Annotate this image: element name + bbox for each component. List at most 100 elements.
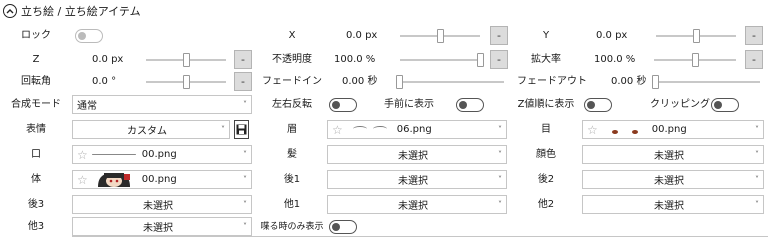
eye-label: 目 <box>541 124 551 135</box>
slider-thumb[interactable] <box>691 53 699 67</box>
face-color-select[interactable]: 未選択 ˅ <box>582 145 764 164</box>
front-toggle[interactable] <box>456 98 484 112</box>
opacity-slider[interactable] <box>400 53 484 67</box>
scale-label: 拡大率 <box>531 54 561 65</box>
back3-value: 未選択 <box>143 201 173 212</box>
back1-select[interactable]: 未選択 ˅ <box>327 170 507 189</box>
chevron-down-icon: ˅ <box>755 125 759 134</box>
opacity-reset-button[interactable]: - <box>490 50 508 69</box>
mouth-select[interactable]: ☆ 00.png ˅ <box>72 145 252 164</box>
section-title: 立ち絵 / 立ち絵アイテム <box>21 5 141 18</box>
toggle-knob <box>78 32 86 40</box>
z-reset-button[interactable]: - <box>234 50 252 69</box>
lock-label: ロック <box>21 30 51 41</box>
chevron-down-icon: ˅ <box>755 175 759 184</box>
star-icon[interactable]: ☆ <box>77 174 88 186</box>
fade-out-label: フェードアウト <box>517 76 587 87</box>
expression-select[interactable]: カスタム ˅ <box>72 120 230 139</box>
y-reset-button[interactable]: - <box>745 26 763 45</box>
blend-mode-label: 合成モード <box>11 99 61 110</box>
chevron-down-icon: ˅ <box>498 175 502 184</box>
fade-in-slider[interactable] <box>396 75 504 89</box>
fade-out-slider[interactable] <box>652 75 760 89</box>
star-icon[interactable]: ☆ <box>587 124 598 136</box>
front-label: 手前に表示 <box>384 99 434 110</box>
back3-select[interactable]: 未選択 ˅ <box>72 195 252 214</box>
back2-value: 未選択 <box>654 176 684 187</box>
toggle-knob <box>459 101 467 109</box>
hair-select[interactable]: 未選択 ˅ <box>327 145 507 164</box>
fade-in-value[interactable]: 0.00 秒 <box>342 75 377 89</box>
chevron-down-icon: ˅ <box>243 100 247 109</box>
scale-value[interactable]: 100.0 % <box>594 53 635 67</box>
slider-thumb[interactable] <box>692 29 700 43</box>
z-slider[interactable] <box>146 53 226 67</box>
opacity-label: 不透明度 <box>272 54 312 65</box>
eye-value: 00.png <box>651 124 687 135</box>
chevron-down-icon: ˅ <box>243 150 247 159</box>
blend-mode-value: 通常 <box>77 101 97 112</box>
rotation-slider[interactable] <box>146 75 226 89</box>
lock-toggle[interactable] <box>75 29 103 43</box>
other1-label: 他1 <box>283 199 301 210</box>
hair-label: 髪 <box>287 149 297 160</box>
slider-thumb[interactable] <box>652 75 659 89</box>
chevron-down-icon: ˅ <box>221 125 225 134</box>
chevron-down-icon: ˅ <box>243 200 247 209</box>
slider-thumb[interactable] <box>182 75 190 89</box>
section-header[interactable]: 立ち絵 / 立ち絵アイテム <box>3 3 141 19</box>
other1-select[interactable]: 未選択 ˅ <box>327 195 507 214</box>
other3-select[interactable]: 未選択 ˅ <box>72 217 252 236</box>
other2-select[interactable]: 未選択 ˅ <box>582 195 764 214</box>
other1-value: 未選択 <box>398 201 428 212</box>
slider-thumb[interactable] <box>396 75 403 89</box>
eyebrow-value: 06.png <box>396 124 432 135</box>
back2-label: 後2 <box>537 174 555 185</box>
scale-slider[interactable] <box>654 53 736 67</box>
rotation-value[interactable]: 0.0 ° <box>92 75 116 89</box>
star-icon[interactable]: ☆ <box>332 124 343 136</box>
toggle-knob <box>587 101 595 109</box>
face-color-value: 未選択 <box>654 151 684 162</box>
other2-label: 他2 <box>537 199 555 210</box>
eyebrow-select[interactable]: ☆ 06.png ˅ <box>327 120 507 139</box>
back2-select[interactable]: 未選択 ˅ <box>582 170 764 189</box>
chevron-down-icon: ˅ <box>755 200 759 209</box>
x-label: X <box>288 30 296 41</box>
y-value[interactable]: 0.0 px <box>596 29 627 43</box>
y-slider[interactable] <box>656 29 736 43</box>
slider-thumb[interactable] <box>182 53 190 67</box>
face-color-label: 顔色 <box>536 149 556 160</box>
save-icon[interactable] <box>234 120 249 139</box>
blend-mode-select[interactable]: 通常 ˅ <box>72 95 252 114</box>
z-order-toggle[interactable] <box>584 98 612 112</box>
chevron-down-icon: ˅ <box>755 150 759 159</box>
body-select[interactable]: ☆ 00.png ˅ <box>72 170 252 189</box>
clipping-toggle[interactable] <box>711 98 739 112</box>
scale-reset-button[interactable]: - <box>745 50 763 69</box>
x-reset-button[interactable]: - <box>490 26 508 45</box>
fade-out-value[interactable]: 0.00 秒 <box>611 75 646 89</box>
back1-value: 未選択 <box>398 176 428 187</box>
speaking-only-label: 喋る時のみ表示 <box>260 222 324 232</box>
z-value[interactable]: 0.0 px <box>92 53 123 67</box>
star-icon[interactable]: ☆ <box>77 149 88 161</box>
flip-toggle[interactable] <box>329 98 357 112</box>
rotation-reset-button[interactable]: - <box>234 72 252 91</box>
speaking-only-toggle[interactable] <box>329 220 357 234</box>
toggle-knob <box>714 101 722 109</box>
slider-thumb[interactable] <box>436 29 444 43</box>
other3-label: 他3 <box>27 221 45 232</box>
chevron-up-icon[interactable] <box>3 4 17 18</box>
mouth-thumbnail <box>91 148 136 162</box>
fade-in-label: フェードイン <box>262 76 322 87</box>
slider-thumb[interactable] <box>477 53 484 67</box>
toggle-knob <box>332 223 340 231</box>
body-value: 00.png <box>141 174 177 185</box>
body-thumbnail <box>92 172 136 187</box>
x-value[interactable]: 0.0 px <box>346 29 377 43</box>
eye-select[interactable]: ☆ 00.png ˅ <box>582 120 764 139</box>
opacity-value[interactable]: 100.0 % <box>334 53 375 67</box>
x-slider[interactable] <box>400 29 480 43</box>
divider <box>72 236 768 237</box>
